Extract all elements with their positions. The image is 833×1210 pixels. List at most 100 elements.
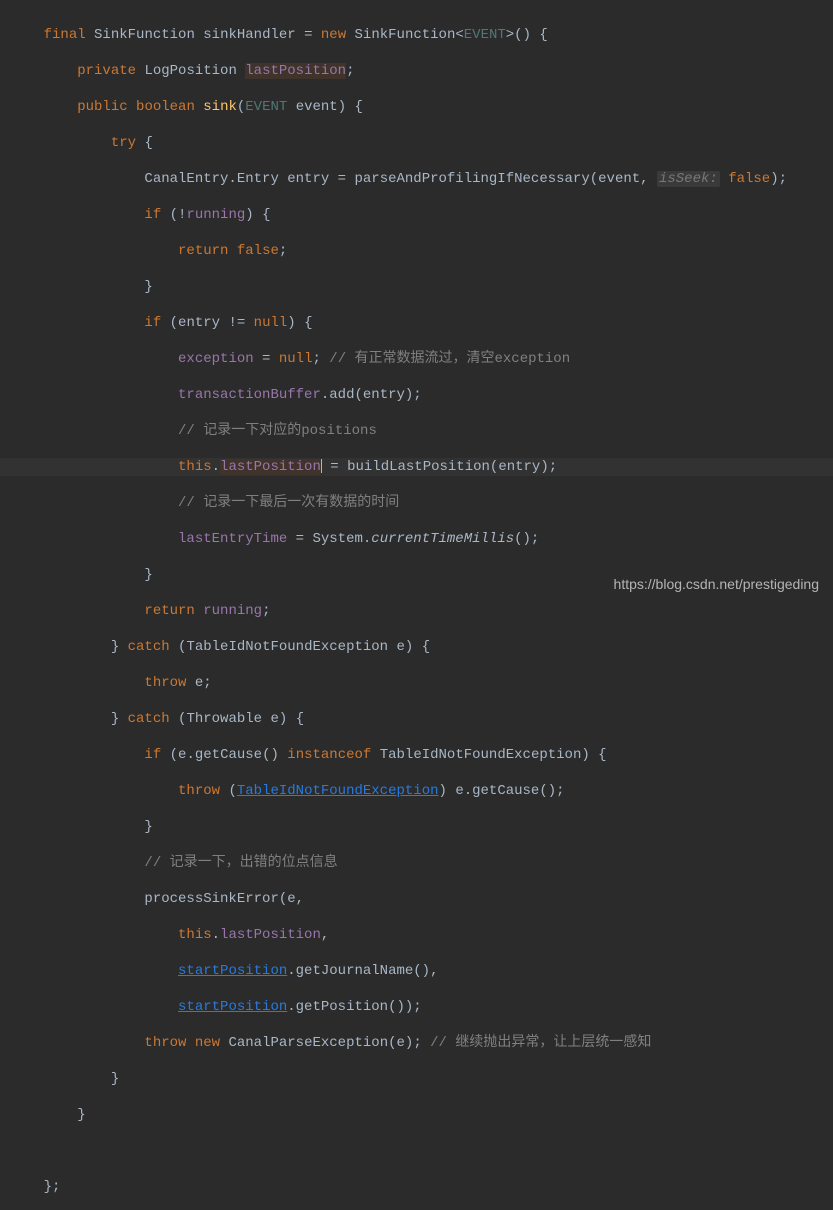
code-line: }	[0, 818, 833, 836]
keyword-if: if	[144, 747, 161, 763]
code-line: this.lastPosition,	[0, 926, 833, 944]
field-ref: lastEntryTime	[178, 531, 287, 547]
var-link[interactable]: startPosition	[178, 963, 287, 979]
return-type: boolean	[136, 99, 195, 115]
comment: // 记录一下对应的positions	[178, 423, 377, 439]
type-param: EVENT	[464, 27, 506, 43]
code-line: // 记录一下最后一次有数据的时间	[0, 494, 833, 512]
code-line: public boolean sink(EVENT event) {	[0, 98, 833, 116]
code-line-active: this.lastPosition = buildLastPosition(en…	[0, 458, 833, 476]
code-line: }	[0, 1070, 833, 1088]
text-cursor	[321, 459, 322, 473]
field-ref: transactionBuffer	[178, 387, 321, 403]
code-line: // 记录一下，出错的位点信息	[0, 854, 833, 872]
var-name: e	[397, 639, 405, 655]
comment: // 记录一下，出错的位点信息	[144, 855, 337, 871]
code-line: }	[0, 278, 833, 296]
keyword-final: final	[44, 27, 86, 43]
var-ref: e	[195, 675, 203, 691]
ctor-name: CanalParseException	[228, 1035, 388, 1051]
field-ref: lastPosition	[220, 927, 321, 943]
param-type: EVENT	[245, 99, 287, 115]
code-line: if (entry != null) {	[0, 314, 833, 332]
code-line: processSinkError(e,	[0, 890, 833, 908]
keyword-private: private	[77, 63, 136, 79]
var-ref: e	[455, 783, 463, 799]
ctor-name: SinkFunction	[355, 27, 456, 43]
field-highlighted: lastPosition	[245, 63, 346, 79]
exception-type: TableIdNotFoundException	[186, 639, 388, 655]
exception-type: Throwable	[186, 711, 262, 727]
code-line: } catch (TableIdNotFoundException e) {	[0, 638, 833, 656]
method-call: buildLastPosition	[347, 459, 490, 475]
code-line: exception = null; // 有正常数据流过，清空exception	[0, 350, 833, 368]
watermark: https://blog.csdn.net/prestigeding	[614, 575, 819, 593]
code-editor[interactable]: final SinkFunction sinkHandler = new Sin…	[0, 0, 833, 1210]
keyword-new: new	[195, 1035, 220, 1051]
method-call: getCause	[195, 747, 262, 763]
type-name: LogPosition	[144, 63, 236, 79]
type-name: CanalEntry.Entry	[144, 171, 278, 187]
method-call: processSinkError	[144, 891, 278, 907]
method-call: parseAndProfilingIfNecessary	[354, 171, 589, 187]
method-call: getJournalName	[296, 963, 414, 979]
code-line: return false;	[0, 242, 833, 260]
method-call: getCause	[472, 783, 539, 799]
comment: // 有正常数据流过，清空exception	[329, 351, 570, 367]
code-line: if (e.getCause() instanceof TableIdNotFo…	[0, 746, 833, 764]
var-name: sinkHandler	[203, 27, 295, 43]
field-ref: running	[186, 207, 245, 223]
code-line: throw e;	[0, 674, 833, 692]
param-name: event	[296, 99, 338, 115]
var-ref: e	[178, 747, 186, 763]
keyword-public: public	[77, 99, 127, 115]
code-line: } catch (Throwable e) {	[0, 710, 833, 728]
method-call: getPosition	[296, 999, 388, 1015]
keyword-new: new	[321, 27, 346, 43]
code-line: if (!running) {	[0, 206, 833, 224]
keyword-return: return	[178, 243, 228, 259]
code-line: }	[0, 1106, 833, 1124]
keyword-if: if	[144, 315, 161, 331]
keyword-instanceof: instanceof	[287, 747, 371, 763]
code-line: // 记录一下对应的positions	[0, 422, 833, 440]
arg: entry	[498, 459, 540, 475]
code-line: try {	[0, 134, 833, 152]
code-line: };	[0, 1178, 833, 1196]
bool-literal: false	[728, 171, 770, 187]
comment: // 继续抛出异常，让上层统一感知	[430, 1035, 651, 1051]
code-line: throw new CanalParseException(e); // 继续抛…	[0, 1034, 833, 1052]
code-line: lastEntryTime = System.currentTimeMillis…	[0, 530, 833, 548]
keyword-this: this	[178, 459, 212, 475]
code-line: final SinkFunction sinkHandler = new Sin…	[0, 26, 833, 44]
arg: e	[287, 891, 295, 907]
null-literal: null	[279, 351, 313, 367]
var-link[interactable]: startPosition	[178, 999, 287, 1015]
bool-literal: false	[237, 243, 279, 259]
exception-cast[interactable]: TableIdNotFoundException	[237, 783, 439, 799]
var-name: e	[270, 711, 278, 727]
code-line: private LogPosition lastPosition;	[0, 62, 833, 80]
field-ref: exception	[178, 351, 254, 367]
class-ref: System	[312, 531, 362, 547]
param-hint: isSeek:	[657, 171, 720, 187]
code-line: transactionBuffer.add(entry);	[0, 386, 833, 404]
type-name: TableIdNotFoundException	[380, 747, 582, 763]
code-line: startPosition.getPosition());	[0, 998, 833, 1016]
arg: event	[598, 171, 640, 187]
code-line: throw (TableIdNotFoundException) e.getCa…	[0, 782, 833, 800]
keyword-throw: throw	[144, 675, 186, 691]
code-line: CanalEntry.Entry entry = parseAndProfili…	[0, 170, 833, 188]
method-name: sink	[203, 99, 237, 115]
arg: entry	[363, 387, 405, 403]
comment: // 记录一下最后一次有数据的时间	[178, 495, 399, 511]
null-literal: null	[254, 315, 288, 331]
var-name: entry	[287, 171, 329, 187]
method-call: add	[329, 387, 354, 403]
keyword-if: if	[144, 207, 161, 223]
static-method: currentTimeMillis	[371, 531, 514, 547]
keyword-this: this	[178, 927, 212, 943]
code-line: startPosition.getJournalName(),	[0, 962, 833, 980]
code-line	[0, 1142, 833, 1160]
field-ref: running	[203, 603, 262, 619]
